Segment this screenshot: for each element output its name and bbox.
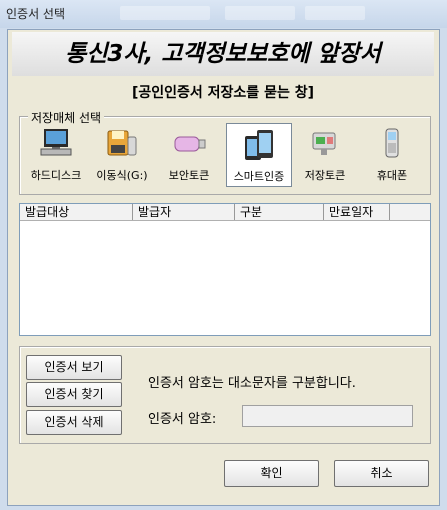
media-hard-disk[interactable]: 하드디스크 — [24, 123, 88, 185]
media-label: 하드디스크 — [30, 169, 82, 182]
title-bar-blur — [225, 6, 295, 20]
certificate-list-header: 발급대상 발급자 구분 만료일자 — [20, 204, 430, 221]
usb-token-icon — [174, 136, 206, 152]
certificate-list[interactable]: 발급대상 발급자 구분 만료일자 — [19, 203, 431, 336]
media-label: 스마트인증 — [227, 168, 291, 184]
media-security-token[interactable]: 보안토큰 — [157, 123, 221, 185]
column-header-subject[interactable]: 발급대상 — [20, 204, 133, 220]
dialog-subtitle: [공인인증서 저장소를 묻는 창] — [132, 85, 314, 101]
computer-icon — [40, 129, 72, 156]
password-input[interactable] — [242, 405, 413, 427]
media-removable-disk[interactable]: 이동식(G:) — [90, 123, 154, 185]
media-label: 이동식(G:) — [96, 169, 148, 182]
mobile-phone-icon — [385, 128, 399, 158]
media-storage-token[interactable]: 저장토큰 — [293, 123, 357, 185]
find-certificate-button[interactable]: 인증서 찾기 — [26, 382, 122, 407]
media-smart-auth[interactable]: 스마트인증 — [226, 123, 292, 187]
storage-token-icon — [312, 132, 336, 155]
column-header-issuer[interactable]: 발급자 — [133, 204, 235, 220]
smartphone-icon — [245, 130, 273, 160]
password-label: 인증서 암호: — [148, 412, 217, 427]
media-label: 휴대폰 — [376, 169, 408, 182]
media-label: 보안토큰 — [168, 169, 210, 182]
column-header-expiry[interactable]: 만료일자 — [324, 204, 390, 220]
media-mobile-phone[interactable]: 휴대폰 — [360, 123, 424, 185]
ok-button[interactable]: 확인 — [224, 460, 319, 487]
cancel-button[interactable]: 취소 — [334, 460, 429, 487]
title-bar-blur — [305, 6, 365, 20]
title-bar-blur — [120, 6, 210, 20]
password-notice: 인증서 암호는 대소문자를 구분합니다. — [148, 376, 356, 391]
view-certificate-button[interactable]: 인증서 보기 — [26, 355, 122, 380]
delete-certificate-button[interactable]: 인증서 삭제 — [26, 410, 122, 435]
removable-disk-icon — [107, 130, 137, 156]
headline-banner: 통신3사, 고객정보보호에 앞장서 — [12, 32, 434, 76]
window-title: 인증서 선택 — [6, 7, 66, 21]
column-header-type[interactable]: 구분 — [235, 204, 324, 220]
title-bar: 인증서 선택 — [0, 0, 447, 28]
media-label: 저장토큰 — [304, 169, 346, 182]
